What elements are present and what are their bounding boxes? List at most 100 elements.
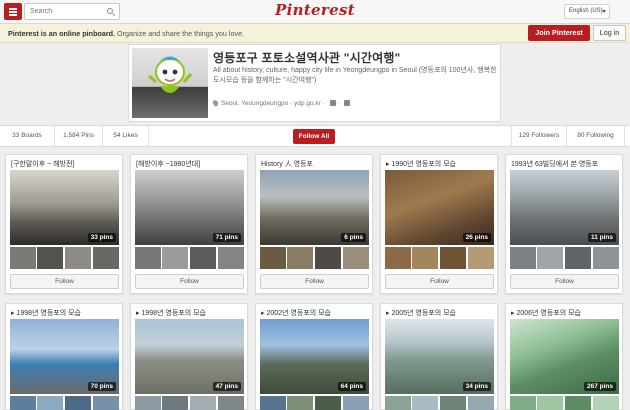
thumbnail-image[interactable] bbox=[135, 247, 161, 269]
thumbnail-image[interactable] bbox=[65, 396, 91, 410]
board-cover-image[interactable]: 267 pins bbox=[510, 319, 619, 394]
thumbnail-image[interactable] bbox=[218, 247, 244, 269]
board-title[interactable]: ▸ 2005년 영등포의 모습 bbox=[386, 308, 496, 318]
thumbnail-image[interactable] bbox=[135, 396, 161, 410]
thumbnail-image[interactable] bbox=[385, 396, 411, 410]
thumbnail-image[interactable] bbox=[593, 247, 619, 269]
board-title[interactable]: [구한말이후 ~ 해방전] bbox=[11, 159, 121, 169]
board-thumbnails bbox=[260, 396, 369, 410]
thumbnail-image[interactable] bbox=[190, 396, 216, 410]
following-count-tab[interactable]: 80 Following bbox=[567, 126, 625, 146]
board-cover-image[interactable]: 33 pins bbox=[10, 170, 119, 245]
thumbnail-image[interactable] bbox=[315, 396, 341, 410]
thumbnail-image[interactable] bbox=[440, 396, 466, 410]
followers-count-tab[interactable]: 129 Followers bbox=[511, 126, 567, 146]
follow-board-button[interactable]: Follow bbox=[385, 274, 494, 289]
language-select[interactable]: English (US) bbox=[564, 4, 610, 19]
board-card[interactable]: ▸ 2002년 영등포의 모습 64 pins bbox=[255, 303, 373, 410]
search-input[interactable] bbox=[30, 5, 102, 18]
search-box[interactable] bbox=[24, 3, 120, 20]
thumbnail-image[interactable] bbox=[510, 247, 536, 269]
board-cover-image[interactable]: 26 pins bbox=[385, 170, 494, 245]
board-card[interactable]: [구한말이후 ~ 해방전] 33 pins Follow bbox=[5, 154, 123, 294]
boards-count-tab[interactable]: 33 Boards bbox=[0, 126, 55, 146]
thumbnail-image[interactable] bbox=[510, 396, 536, 410]
search-icon[interactable] bbox=[107, 8, 113, 14]
board-card[interactable]: ▸ 2005년 영등포의 모습 34 pins bbox=[380, 303, 498, 410]
thumbnail-image[interactable] bbox=[218, 396, 244, 410]
login-button[interactable]: Log in bbox=[593, 25, 626, 41]
thumbnail-image[interactable] bbox=[537, 247, 563, 269]
board-cover-image[interactable]: 47 pins bbox=[135, 319, 244, 394]
thumbnail-image[interactable] bbox=[65, 247, 91, 269]
thumbnail-image[interactable] bbox=[468, 396, 494, 410]
thumbnail-image[interactable] bbox=[190, 247, 216, 269]
board-cover-image[interactable]: 70 pins bbox=[10, 319, 119, 394]
thumbnail-image[interactable] bbox=[440, 247, 466, 269]
follow-board-button[interactable]: Follow bbox=[510, 274, 619, 289]
thumbnail-image[interactable] bbox=[93, 247, 119, 269]
thumbnail-image[interactable] bbox=[93, 396, 119, 410]
board-cover-image[interactable]: 11 pins bbox=[510, 170, 619, 245]
thumbnail-image[interactable] bbox=[468, 247, 494, 269]
join-pinterest-button[interactable]: Join Pinterest bbox=[528, 25, 590, 41]
thumbnail-image[interactable] bbox=[315, 247, 341, 269]
thumbnail-image[interactable] bbox=[260, 247, 286, 269]
board-card[interactable]: ▸ 1998년 영등포의 모습 70 pins bbox=[5, 303, 123, 410]
board-card[interactable]: History 人 영등포 6 pins Follow bbox=[255, 154, 373, 294]
follow-board-button[interactable]: Follow bbox=[260, 274, 369, 289]
follow-board-button[interactable]: Follow bbox=[10, 274, 119, 289]
board-card[interactable]: ▸ 1998년 영등포의 모습 47 pins bbox=[130, 303, 248, 410]
thumbnail-image[interactable] bbox=[565, 396, 591, 410]
promo-rest: Organize and share the things you love. bbox=[117, 29, 245, 38]
thumbnail-image[interactable] bbox=[10, 247, 36, 269]
promo-text: Pinterest is an online pinboard. Organiz… bbox=[8, 29, 244, 38]
board-title[interactable]: 1993년 63빌딩에서 본 영등포 bbox=[511, 159, 621, 169]
board-card[interactable]: [해방이후 ~1980년대] 71 pins Follow bbox=[130, 154, 248, 294]
thumbnail-image[interactable] bbox=[10, 396, 36, 410]
thumbnail-image[interactable] bbox=[37, 396, 63, 410]
thumbnail-image[interactable] bbox=[260, 396, 286, 410]
thumbnail-image[interactable] bbox=[385, 247, 411, 269]
menu-button[interactable] bbox=[4, 3, 22, 20]
follow-board-button[interactable]: Follow bbox=[135, 274, 244, 289]
thumbnail-image[interactable] bbox=[162, 396, 188, 410]
board-cover-image[interactable]: 64 pins bbox=[260, 319, 369, 394]
thumbnail-image[interactable] bbox=[287, 247, 313, 269]
follow-all-button[interactable]: Follow All bbox=[293, 129, 335, 144]
profile-location: Seoul, Yeoungdeungpo bbox=[221, 100, 289, 107]
board-title[interactable]: ▸ 1998년 영등포의 모습 bbox=[11, 308, 121, 318]
profile-website-link[interactable]: ydp.go.kr bbox=[294, 100, 321, 107]
board-title[interactable]: ▸ 2006년 영등포의 모습 bbox=[511, 308, 621, 318]
thumbnail-image[interactable] bbox=[412, 247, 438, 269]
board-cover-image[interactable]: 6 pins bbox=[260, 170, 369, 245]
thumbnail-image[interactable] bbox=[565, 247, 591, 269]
thumbnail-image[interactable] bbox=[537, 396, 563, 410]
twitter-icon[interactable] bbox=[329, 100, 336, 106]
thumbnail-image[interactable] bbox=[37, 247, 63, 269]
avatar[interactable] bbox=[132, 48, 208, 118]
board-card[interactable]: ▸ 2006년 영등포의 모습 267 pins bbox=[505, 303, 623, 410]
pins-count-tab[interactable]: 1,584 Pins bbox=[55, 126, 103, 146]
board-thumbnails bbox=[135, 247, 244, 269]
board-title[interactable]: ▸ 1998년 영등포의 모습 bbox=[136, 308, 246, 318]
board-card[interactable]: 1993년 63빌딩에서 본 영등포 11 pins Follow bbox=[505, 154, 623, 294]
board-title[interactable]: ▸ 2002년 영등포의 모습 bbox=[261, 308, 371, 318]
thumbnail-image[interactable] bbox=[343, 396, 369, 410]
thumbnail-image[interactable] bbox=[343, 247, 369, 269]
board-cover-image[interactable]: 34 pins bbox=[385, 319, 494, 394]
facebook-icon[interactable] bbox=[344, 100, 351, 106]
stats-bar: 33 Boards 1,584 Pins 54 Likes Follow All… bbox=[0, 125, 630, 147]
mascot-image bbox=[148, 56, 193, 93]
thumbnail-image[interactable] bbox=[162, 247, 188, 269]
thumbnail-image[interactable] bbox=[287, 396, 313, 410]
profile-card: 영등포구 포토소설역사관 "시간여행" All about history, c… bbox=[128, 44, 501, 122]
thumbnail-image[interactable] bbox=[593, 396, 619, 410]
board-title[interactable]: History 人 영등포 bbox=[261, 159, 371, 169]
likes-count-tab[interactable]: 54 Likes bbox=[103, 126, 149, 146]
thumbnail-image[interactable] bbox=[412, 396, 438, 410]
board-title[interactable]: ▸ 1990년 영등포의 모습 bbox=[386, 159, 496, 169]
board-card[interactable]: ▸ 1990년 영등포의 모습 26 pins Follow bbox=[380, 154, 498, 294]
board-title[interactable]: [해방이후 ~1980년대] bbox=[136, 159, 246, 169]
board-cover-image[interactable]: 71 pins bbox=[135, 170, 244, 245]
